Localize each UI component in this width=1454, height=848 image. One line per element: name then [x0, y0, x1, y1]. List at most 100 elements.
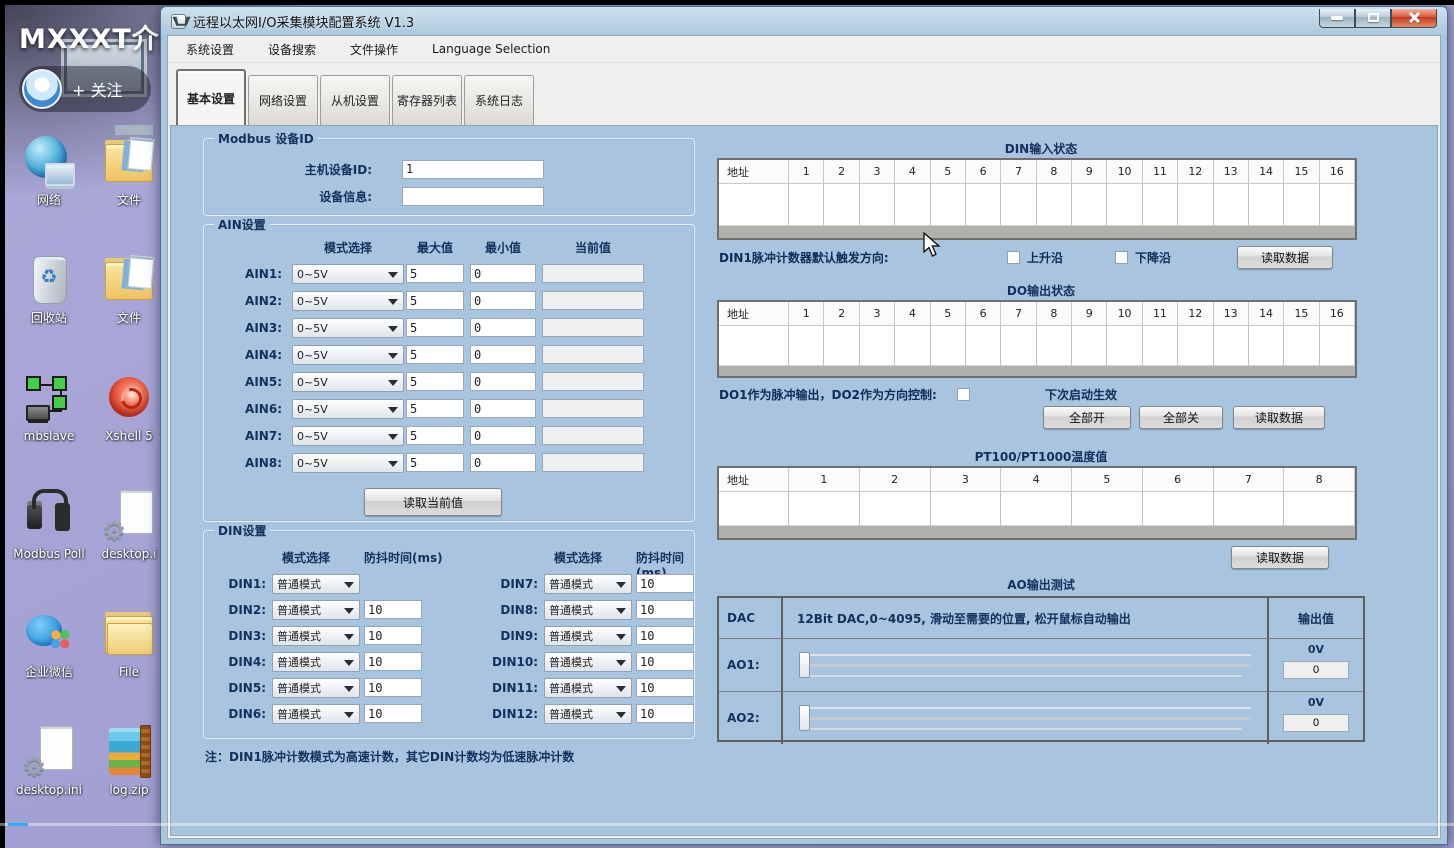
ain-mode-dropdown[interactable]: 0~5V — [292, 399, 404, 419]
ain-max-input[interactable] — [406, 453, 464, 472]
menu-item[interactable]: Language Selection — [428, 40, 554, 58]
pt-read-data-button[interactable]: 读取数据 — [1231, 546, 1329, 569]
din-mode-dropdown[interactable]: 普通模式 — [544, 574, 632, 594]
desktop-icon[interactable]: mbslave — [9, 363, 89, 481]
desktop-icon-label: File — [119, 666, 139, 680]
ao-slider-handle[interactable] — [799, 652, 810, 678]
menu-item[interactable]: 设备搜索 — [264, 39, 320, 60]
table-filler — [719, 366, 1355, 376]
ao-title: AO输出测试 — [715, 576, 1367, 593]
ain-max-input[interactable] — [406, 426, 464, 445]
desktop-icon[interactable]: desktop.i — [89, 481, 169, 599]
din-mode-dropdown[interactable]: 普通模式 — [544, 626, 632, 646]
tab[interactable]: 寄存器列表 — [392, 75, 462, 125]
video-seekbar[interactable] — [0, 823, 1454, 826]
ain-mode-dropdown[interactable]: 0~5V — [292, 318, 404, 338]
ain-mode-dropdown[interactable]: 0~5V — [292, 453, 404, 473]
desktop-icon[interactable]: 文件 — [89, 245, 169, 363]
din-debounce-input[interactable] — [364, 652, 422, 671]
minimize-button[interactable] — [1319, 9, 1355, 28]
tab[interactable]: 从机设置 — [320, 75, 390, 125]
desktop-icon[interactable]: log.zip — [89, 717, 169, 835]
ain-current-value — [542, 264, 644, 283]
ain-max-input[interactable] — [406, 399, 464, 418]
din-mode-dropdown[interactable]: 普通模式 — [272, 574, 360, 594]
din-debounce-input[interactable] — [364, 678, 422, 697]
ain-min-input[interactable] — [470, 426, 536, 445]
tab[interactable]: 系统日志 — [464, 75, 534, 125]
din-mode-dropdown[interactable]: 普通模式 — [272, 704, 360, 724]
maximize-button[interactable] — [1355, 9, 1391, 28]
ao-volt-label: 0V — [1269, 696, 1363, 709]
din-mode-dropdown[interactable]: 普通模式 — [272, 626, 360, 646]
ain-max-input[interactable] — [406, 372, 464, 391]
close-button[interactable] — [1391, 9, 1437, 28]
din-debounce-input[interactable] — [364, 600, 422, 619]
all-off-button[interactable]: 全部关 — [1139, 406, 1223, 429]
avatar[interactable] — [22, 69, 62, 109]
host-id-input[interactable] — [402, 160, 544, 179]
ain-mode-dropdown[interactable]: 0~5V — [292, 291, 404, 311]
ain-max-input[interactable] — [406, 318, 464, 337]
all-on-button[interactable]: 全部开 — [1043, 406, 1131, 429]
ao-slider[interactable] — [799, 652, 1251, 678]
ain-max-input[interactable] — [406, 345, 464, 364]
din-mode-dropdown[interactable]: 普通模式 — [544, 704, 632, 724]
ain-max-input[interactable] — [406, 291, 464, 310]
din-label: DIN8: — [476, 603, 538, 617]
ain-mode-dropdown[interactable]: 0~5V — [292, 372, 404, 392]
desktop-icon[interactable]: Modbus Poll — [9, 481, 89, 599]
ao-slider-handle[interactable] — [799, 705, 810, 731]
tab[interactable]: 网络设置 — [248, 75, 318, 125]
ain-mode-dropdown[interactable]: 0~5V — [292, 426, 404, 446]
din-read-data-button[interactable]: 读取数据 — [1237, 246, 1333, 269]
pt-cell — [1284, 492, 1355, 526]
pt-col-header: 3 — [931, 468, 1002, 491]
menu-item[interactable]: 文件操作 — [346, 39, 402, 60]
ain-min-input[interactable] — [470, 345, 536, 364]
desktop-icon[interactable]: 企业微信 — [9, 599, 89, 717]
desktop-icon[interactable]: 文件 — [89, 127, 169, 245]
follow-button[interactable]: + 关注 — [19, 66, 151, 112]
din-debounce-input[interactable] — [364, 704, 422, 723]
desktop-icon[interactable]: 网络 — [9, 127, 89, 245]
desktop-icon[interactable]: File — [89, 599, 169, 717]
din-debounce-input[interactable] — [636, 574, 694, 593]
din-debounce-input[interactable] — [636, 704, 694, 723]
din-mode-dropdown[interactable]: 普通模式 — [544, 600, 632, 620]
ain-max-input[interactable] — [406, 264, 464, 283]
rising-edge-checkbox[interactable] — [1007, 251, 1020, 264]
read-current-values-button[interactable]: 读取当前值 — [364, 488, 502, 516]
window-client-area: 系统设置 设备搜索 文件操作 Language Selection 基本设置 网… — [167, 35, 1441, 839]
din-debounce-input[interactable] — [364, 626, 422, 645]
ain-min-input[interactable] — [470, 399, 536, 418]
ain-min-input[interactable] — [470, 291, 536, 310]
ain-min-input[interactable] — [470, 264, 536, 283]
desktop-icon[interactable]: 回收站 — [9, 245, 89, 363]
din-debounce-input[interactable] — [636, 626, 694, 645]
ain-min-input[interactable] — [470, 453, 536, 472]
do-status-cell — [1107, 326, 1142, 366]
din-mode-dropdown[interactable]: 普通模式 — [272, 600, 360, 620]
do-read-data-button[interactable]: 读取数据 — [1233, 406, 1325, 429]
din-debounce-input[interactable] — [636, 652, 694, 671]
ain-mode-dropdown[interactable]: 0~5V — [292, 264, 404, 284]
din-mode-dropdown[interactable]: 普通模式 — [272, 678, 360, 698]
desktop-icon[interactable]: Xshell 5 — [89, 363, 169, 481]
falling-edge-checkbox[interactable] — [1115, 251, 1128, 264]
din-debounce-input[interactable] — [636, 600, 694, 619]
menu-item[interactable]: 系统设置 — [182, 39, 238, 60]
do-pulse-checkbox[interactable] — [957, 388, 970, 401]
device-info-input[interactable] — [402, 187, 544, 206]
tab[interactable]: 基本设置 — [176, 69, 246, 125]
din-mode-dropdown[interactable]: 普通模式 — [544, 652, 632, 672]
din-status-col-header: 2 — [824, 160, 859, 183]
desktop-icon[interactable]: desktop.ini — [9, 717, 89, 835]
din-debounce-input[interactable] — [636, 678, 694, 697]
din-mode-dropdown[interactable]: 普通模式 — [272, 652, 360, 672]
ao-slider[interactable] — [799, 705, 1251, 731]
ain-min-input[interactable] — [470, 372, 536, 391]
ain-min-input[interactable] — [470, 318, 536, 337]
din-mode-dropdown[interactable]: 普通模式 — [544, 678, 632, 698]
ain-mode-dropdown[interactable]: 0~5V — [292, 345, 404, 365]
